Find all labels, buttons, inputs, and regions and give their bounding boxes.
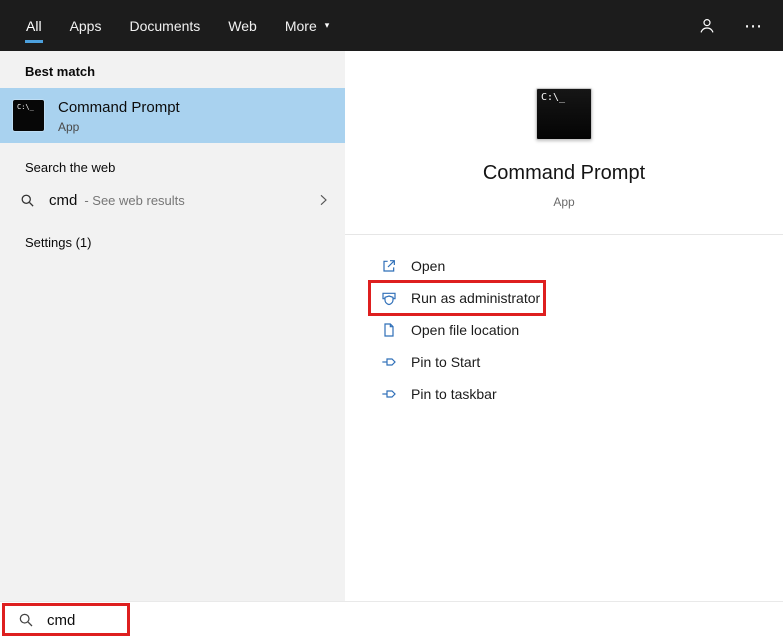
tab-more-label: More: [284, 17, 317, 34]
context-actions: Open Run as administrator Open file loca…: [345, 250, 783, 410]
best-match-subtitle: App: [58, 119, 80, 134]
action-open[interactable]: Open: [345, 250, 783, 282]
filter-tabs: All Apps Documents Web More ▾: [25, 0, 355, 51]
web-result-hint: - See web results: [84, 192, 185, 208]
search-filter-bar: All Apps Documents Web More ▾ ⋯: [0, 0, 783, 51]
pin-icon: [381, 354, 397, 370]
search-icon: [18, 612, 34, 628]
tab-all-label: All: [25, 17, 43, 43]
action-run-as-administrator[interactable]: Run as administrator: [345, 282, 783, 314]
pin-icon: [381, 386, 397, 402]
settings-header: Settings (1): [25, 235, 92, 250]
action-open-label: Open: [411, 258, 446, 274]
search-icon: [20, 193, 35, 208]
action-open-file-location[interactable]: Open file location: [345, 314, 783, 346]
action-pin-to-start[interactable]: Pin to Start: [345, 346, 783, 378]
web-search-result[interactable]: cmd - See web results: [0, 182, 345, 218]
taskbar-search-box[interactable]: cmd: [0, 601, 783, 638]
preview-divider: [345, 234, 783, 235]
web-result-query: cmd: [49, 191, 78, 209]
tab-web-label: Web: [228, 17, 257, 34]
action-pin-to-taskbar-label: Pin to taskbar: [411, 386, 497, 402]
result-preview-panel: C:\_ Command Prompt App Open Run as admi…: [345, 51, 783, 638]
command-prompt-icon: C:\_: [13, 100, 44, 131]
best-match-header: Best match: [25, 64, 96, 79]
open-icon: [381, 258, 397, 274]
search-input-value[interactable]: cmd: [47, 612, 75, 629]
best-match-result[interactable]: C:\_ Command Prompt App: [0, 88, 345, 143]
command-prompt-icon-glyph: C:\_: [17, 103, 34, 111]
tab-apps-label: Apps: [69, 17, 102, 34]
command-prompt-icon-glyph: C:\_: [541, 92, 566, 103]
tab-web[interactable]: Web: [227, 0, 258, 51]
best-match-title: Command Prompt: [58, 98, 180, 116]
admin-shield-icon: [381, 290, 397, 306]
chevron-right-icon[interactable]: [315, 192, 331, 208]
command-prompt-icon-large: C:\_: [536, 88, 592, 140]
more-options-icon[interactable]: ⋯: [744, 17, 763, 35]
action-pin-to-taskbar[interactable]: Pin to taskbar: [345, 378, 783, 410]
tab-apps[interactable]: Apps: [69, 0, 103, 51]
tab-all[interactable]: All: [25, 0, 43, 51]
tab-documents-label: Documents: [129, 17, 201, 34]
search-results-panel: Best match C:\_ Command Prompt App Searc…: [0, 51, 345, 601]
preview-title: Command Prompt: [482, 162, 646, 184]
chevron-down-icon: ▾: [324, 20, 330, 30]
action-pin-to-start-label: Pin to Start: [411, 354, 481, 370]
search-web-header: Search the web: [25, 160, 116, 175]
action-run-as-administrator-label: Run as administrator: [411, 290, 541, 306]
tab-more[interactable]: More ▾: [284, 0, 329, 51]
user-account-icon[interactable]: [698, 17, 716, 35]
action-open-file-location-label: Open file location: [411, 322, 520, 338]
tab-documents[interactable]: Documents: [128, 0, 201, 51]
preview-subtitle: App: [553, 195, 575, 209]
file-location-icon: [381, 322, 397, 338]
